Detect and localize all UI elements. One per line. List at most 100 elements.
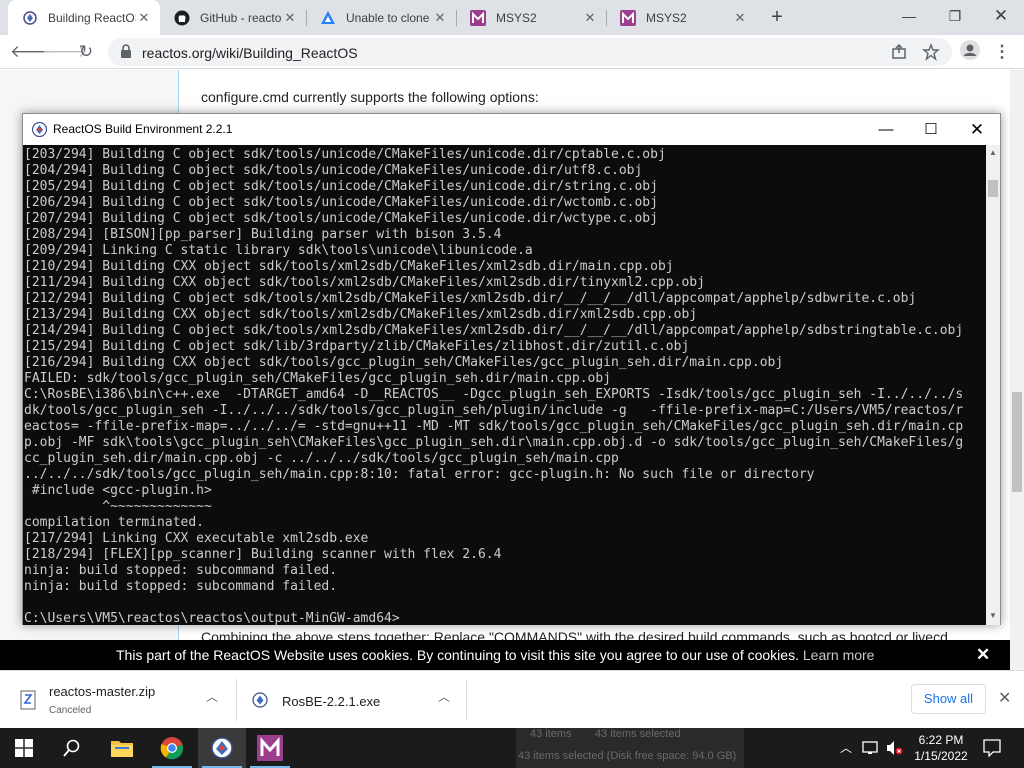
console-line: [203/294] Building C object sdk/tools/un… <box>24 147 666 162</box>
network-icon[interactable] <box>860 728 882 768</box>
console-line: cc_plugin_seh.dir/main.cpp.obj -c ../../… <box>24 451 619 466</box>
msys2-icon <box>620 9 636 26</box>
share-icon[interactable] <box>890 43 908 61</box>
tab-github[interactable]: GitHub - reacto ✕ <box>160 0 306 35</box>
console-titlebar[interactable]: ReactOS Build Environment 2.2.1 — ☐ ✕ <box>23 114 1000 145</box>
notification-icon[interactable] <box>980 728 1004 768</box>
chrome-icon <box>160 737 184 760</box>
page-intro-text: configure.cmd currently supports the fol… <box>201 89 539 105</box>
windows-logo-icon <box>15 739 33 757</box>
download-options-chevron-icon[interactable]: ︿ <box>438 688 450 705</box>
volume-muted-icon[interactable] <box>884 728 906 768</box>
clock-time: 6:22 PM <box>918 733 964 747</box>
reactos-app-icon <box>31 121 48 140</box>
back-button[interactable]: 🡐 <box>10 40 56 64</box>
ghost-text: 43 items selected <box>595 728 681 740</box>
console-close-button[interactable]: ✕ <box>954 114 1000 145</box>
cookie-banner: This part of the ReactOS Website uses co… <box>0 640 1010 670</box>
lock-icon <box>120 44 132 62</box>
cookie-close-icon[interactable]: ✕ <box>976 645 990 665</box>
tab-msys2-1[interactable]: MSYS2 ✕ <box>456 0 606 35</box>
console-line: ninja: build stopped: subcommand failed. <box>24 563 338 578</box>
tab-title: GitHub - reacto <box>200 10 282 25</box>
profile-avatar-icon[interactable] <box>958 40 982 64</box>
new-tab-button[interactable]: + <box>766 6 788 28</box>
reload-button[interactable]: ↻ <box>74 40 98 64</box>
tab-close-icon[interactable]: ✕ <box>136 10 152 26</box>
tab-building-reactos[interactable]: Building ReactOS ✕ <box>8 0 160 35</box>
tab-close-icon[interactable]: ✕ <box>582 10 598 26</box>
file-explorer-button[interactable] <box>98 728 146 768</box>
search-button[interactable] <box>48 728 96 768</box>
restore-button[interactable]: ❐ <box>932 0 978 32</box>
console-line: [212/294] Building C object sdk/tools/xm… <box>24 291 917 306</box>
console-line: [205/294] Building C object sdk/tools/un… <box>24 179 658 194</box>
console-line: p.obj -MF sdk\tools\gcc_plugin_seh\CMake… <box>24 435 964 450</box>
console-scrollbar-thumb[interactable] <box>988 180 998 197</box>
bookmark-star-icon[interactable] <box>922 43 940 61</box>
tab-close-icon[interactable]: ✕ <box>432 10 448 26</box>
url-text: reactos.org/wiki/Building_ReactOS <box>142 45 358 61</box>
console-line: [214/294] Building C object sdk/tools/xm… <box>24 323 964 338</box>
chrome-taskbar-button[interactable] <box>148 728 196 768</box>
cookie-text: This part of the ReactOS Website uses co… <box>116 647 799 663</box>
console-line: [216/294] Building CXX object sdk/tools/… <box>24 355 784 370</box>
close-shelf-icon[interactable]: ✕ <box>998 688 1011 708</box>
clock[interactable]: 6:22 PM 1/15/2022 <box>910 728 972 768</box>
tab-title: Building ReactOS <box>48 10 136 25</box>
tray-chevron-icon[interactable]: ︿ <box>836 728 856 768</box>
close-window-button[interactable]: ✕ <box>978 0 1024 32</box>
scroll-down-arrow-icon[interactable]: ▼ <box>986 609 1000 623</box>
browser-toolbar: 🡐 🡒 ↻ reactos.org/wiki/Building_ReactOS … <box>0 35 1024 69</box>
learn-more-link[interactable]: Learn more <box>803 647 875 663</box>
minimize-button[interactable]: — <box>886 0 932 32</box>
console-line: [211/294] Building CXX object sdk/tools/… <box>24 275 705 290</box>
console-line: [209/294] Linking C static library sdk\t… <box>24 243 533 258</box>
download-item[interactable]: RosBE-2.2.1.exe <box>244 678 464 724</box>
atlassian-icon <box>320 10 336 26</box>
download-name: RosBE-2.2.1.exe <box>282 694 381 709</box>
console-line: FAILED: sdk/tools/gcc_plugin_seh/CMakeFi… <box>24 371 611 386</box>
scroll-up-arrow-icon[interactable]: ▲ <box>986 146 1000 160</box>
console-title: ReactOS Build Environment 2.2.1 <box>53 122 233 136</box>
download-name: reactos-master.zip <box>49 684 156 699</box>
start-button[interactable] <box>0 728 48 768</box>
tab-close-icon[interactable]: ✕ <box>282 10 298 26</box>
tab-msys2-2[interactable]: MSYS2 ✕ <box>606 0 756 35</box>
console-line: [215/294] Building C object sdk/lib/3rdp… <box>24 339 690 354</box>
tab-unable-to-clone[interactable]: Unable to clone ✕ <box>306 0 456 35</box>
console-output[interactable]: [203/294] Building C object sdk/tools/un… <box>23 145 986 625</box>
console-line: [208/294] [BISON][pp_parser] Building pa… <box>24 227 502 242</box>
reactos-favicon-icon <box>22 10 38 26</box>
explorer-statusbar-ghost: 43 items 43 items selected 43 items sele… <box>516 728 744 768</box>
console-line: ninja: build stopped: subcommand failed. <box>24 579 338 594</box>
page-scrollbar-thumb[interactable] <box>1012 392 1022 492</box>
console-maximize-button[interactable]: ☐ <box>908 114 954 145</box>
console-line: [218/294] [FLEX][pp_scanner] Building sc… <box>24 547 502 562</box>
console-line: #include <gcc-plugin.h> <box>24 483 212 498</box>
tab-strip: Building ReactOS ✕ GitHub - reacto ✕ Una… <box>0 0 1024 35</box>
download-status: Canceled <box>49 705 92 716</box>
tab-close-icon[interactable]: ✕ <box>732 10 748 26</box>
console-minimize-button[interactable]: — <box>863 114 909 145</box>
console-line: eactos= -ffile-prefix-map=../../../= -st… <box>24 419 964 434</box>
download-separator <box>466 679 467 721</box>
msys2-taskbar-button[interactable] <box>246 728 294 768</box>
search-icon <box>63 739 80 757</box>
tab-title: Unable to clone <box>346 10 430 25</box>
page-scrollbar[interactable] <box>1010 70 1024 670</box>
download-item[interactable]: reactos-master.zip Canceled <box>12 678 232 724</box>
console-line: [204/294] Building C object sdk/tools/un… <box>24 163 643 178</box>
console-line: C:\Users\VM5\reactos\reactos\output-MinG… <box>24 611 400 625</box>
console-line: C:\RosBE\i386\bin\c++.exe -DTARGET_amd64… <box>24 387 964 402</box>
reactos-taskbar-button[interactable] <box>198 728 246 768</box>
tab-title: MSYS2 <box>496 10 537 25</box>
console-line: ^~~~~~~~~~~~~~ <box>24 499 212 514</box>
show-all-button[interactable]: Show all <box>911 684 986 714</box>
forward-button[interactable]: 🡒 <box>42 40 88 64</box>
console-scrollbar[interactable]: ▲ ▼ <box>986 145 1000 625</box>
reactos-build-console[interactable]: ReactOS Build Environment 2.2.1 — ☐ ✕ [2… <box>22 113 1001 625</box>
menu-kebab-icon[interactable]: ⋮ <box>990 40 1014 64</box>
download-options-chevron-icon[interactable]: ︿ <box>206 688 218 705</box>
address-bar[interactable]: reactos.org/wiki/Building_ReactOS <box>108 38 952 66</box>
